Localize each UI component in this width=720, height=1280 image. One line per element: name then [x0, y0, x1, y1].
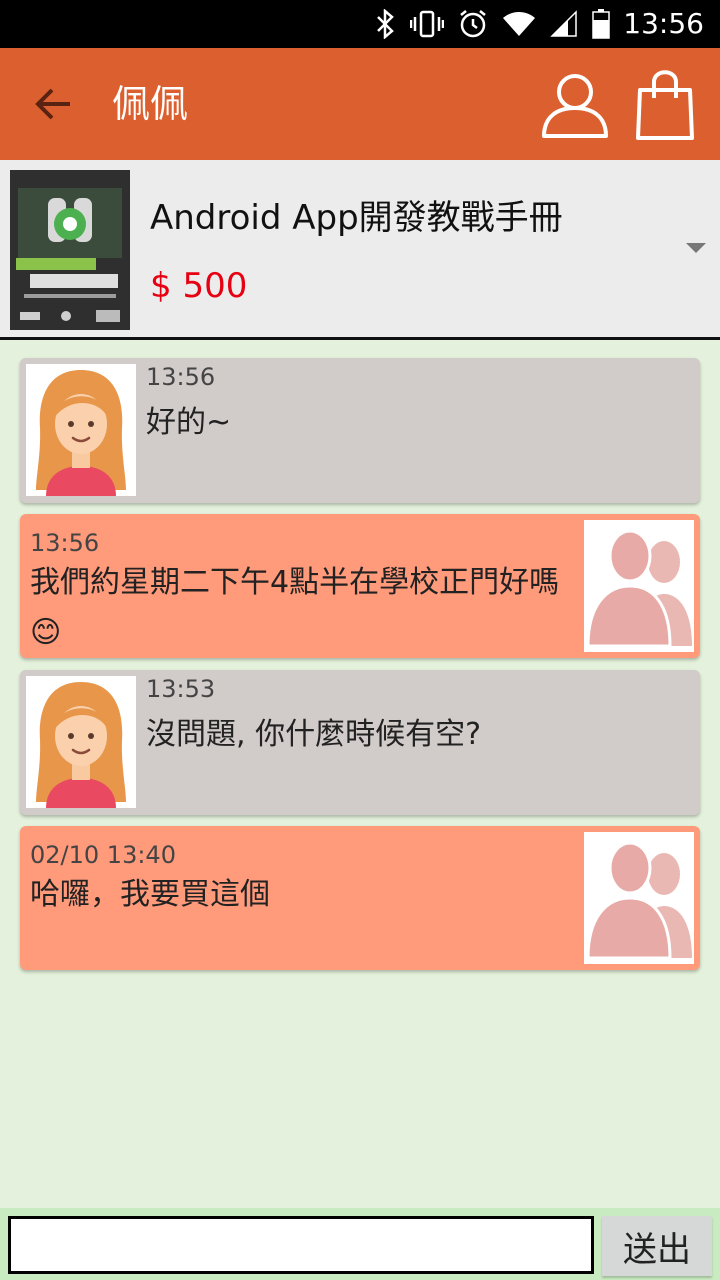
people-silhouette-avatar — [584, 520, 694, 652]
alarm-icon — [458, 9, 488, 39]
status-time: 13:56 — [623, 7, 704, 40]
message-input[interactable] — [8, 1216, 594, 1274]
product-price: $ 500 — [150, 266, 248, 306]
chat-message-outgoing[interactable]: 13:56 我們約星期二下午4點半在學校正門好嗎 😊 — [20, 514, 700, 658]
message-time: 13:53 — [146, 675, 216, 703]
dropdown-arrow-icon[interactable] — [684, 240, 708, 256]
arrow-back-icon[interactable] — [28, 82, 84, 126]
book-cover-image — [10, 170, 130, 330]
app-bar: 佩佩 — [0, 48, 720, 160]
message-text: 哈囉，我要買這個 — [30, 877, 270, 912]
product-name: Android App開發教戰手冊 — [150, 198, 563, 238]
girl-avatar — [26, 676, 136, 808]
signal-icon — [550, 10, 578, 38]
chat-message-incoming[interactable]: 13:56 好的~ — [20, 358, 700, 503]
message-time: 13:56 — [30, 529, 100, 557]
battery-icon — [592, 9, 610, 39]
chat-message-outgoing[interactable]: 02/10 13:40 哈囉，我要買這個 — [20, 826, 700, 970]
wifi-icon — [502, 10, 536, 38]
page-title: 佩佩 — [112, 82, 189, 126]
message-text: 好的~ — [146, 405, 232, 440]
status-bar: 13:56 — [0, 0, 720, 48]
product-header[interactable]: Android App開發教戰手冊 $ 500 — [0, 160, 720, 340]
status-icons — [374, 8, 610, 40]
girl-avatar — [26, 364, 136, 496]
chat-message-incoming[interactable]: 13:53 沒問題, 你什麼時候有空? — [20, 670, 700, 815]
message-input-bar: 送出 — [0, 1208, 720, 1280]
message-time: 13:56 — [146, 363, 216, 391]
bluetooth-icon — [374, 9, 396, 39]
message-text: 沒問題, 你什麼時候有空? — [146, 717, 481, 752]
profile-icon[interactable] — [540, 70, 610, 140]
people-silhouette-avatar — [584, 832, 694, 964]
send-button[interactable]: 送出 — [602, 1216, 712, 1276]
vibrate-icon — [410, 9, 444, 39]
message-text: 我們約星期二下午4點半在學校正門好嗎 😊 — [30, 565, 560, 650]
shopping-bag-icon[interactable] — [632, 66, 698, 142]
message-time: 02/10 13:40 — [30, 841, 176, 869]
